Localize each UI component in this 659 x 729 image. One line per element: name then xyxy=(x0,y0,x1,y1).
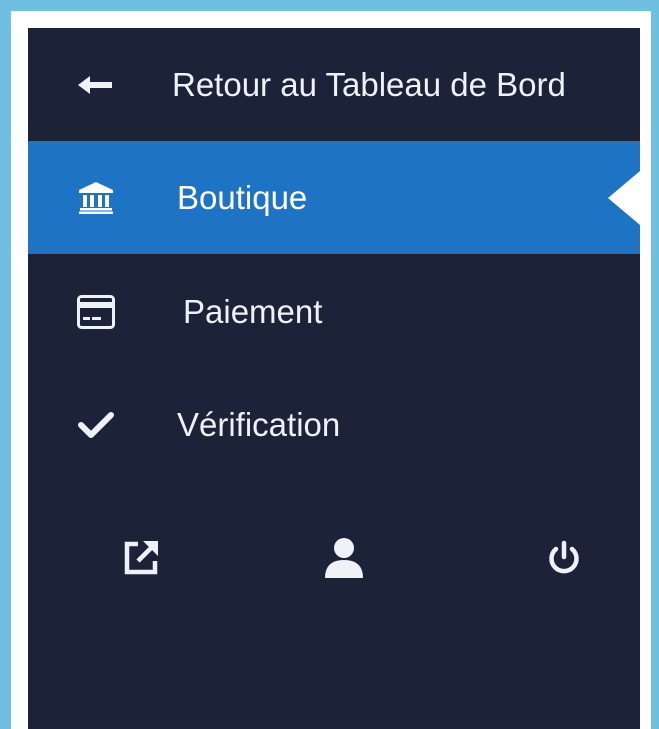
browser-frame: Retour au Tableau de Bord Boutique Paiem… xyxy=(0,0,659,729)
sidebar-item-label: Boutique xyxy=(177,178,308,216)
external-link-icon[interactable] xyxy=(115,532,167,584)
sidebar-item-paiement[interactable]: Paiement xyxy=(28,255,640,368)
check-icon xyxy=(76,405,116,445)
sidebar-item-label: Paiement xyxy=(183,292,323,330)
arrow-left-icon xyxy=(76,65,116,105)
user-icon[interactable] xyxy=(318,532,370,584)
back-to-dashboard-link[interactable]: Retour au Tableau de Bord xyxy=(28,28,640,141)
active-indicator xyxy=(608,171,640,225)
sidebar-item-boutique[interactable]: Boutique xyxy=(28,141,640,254)
sidebar-item-label: Vérification xyxy=(177,405,341,443)
bank-icon xyxy=(76,178,116,218)
footer-icon-row xyxy=(28,518,640,598)
credit-card-icon xyxy=(76,292,116,332)
power-icon[interactable] xyxy=(538,532,590,584)
sidebar: Retour au Tableau de Bord Boutique Paiem… xyxy=(28,28,640,729)
back-to-dashboard-label: Retour au Tableau de Bord xyxy=(172,65,566,103)
sidebar-item-verification[interactable]: Vérification xyxy=(28,368,640,481)
